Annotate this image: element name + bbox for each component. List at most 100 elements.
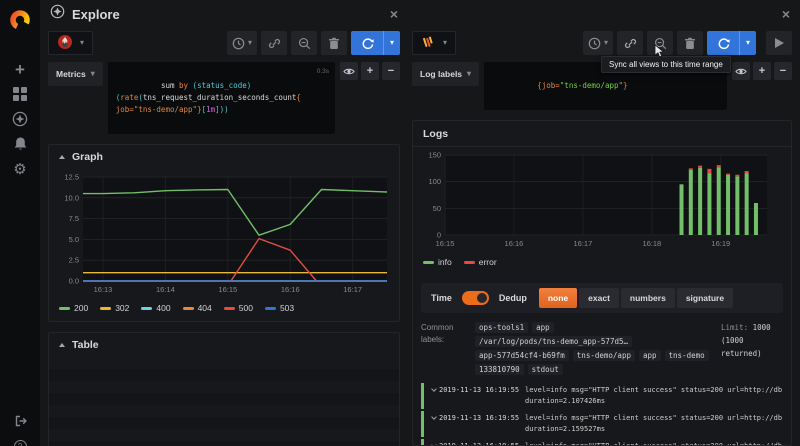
page-title: Explore (72, 7, 120, 22)
time-toggle[interactable] (462, 291, 489, 305)
common-label-chip[interactable]: tns-demo/app (573, 350, 635, 361)
legend-item-500[interactable]: 500 (224, 303, 253, 313)
mouse-cursor (654, 44, 666, 63)
common-labels-label: Common labels: (421, 322, 467, 375)
legend-item-info[interactable]: info (423, 257, 452, 267)
table-panel-title: Table (72, 339, 99, 351)
dedup-option-exact[interactable]: exact (579, 288, 619, 308)
add-icon[interactable]: + (11, 60, 29, 78)
chevron-down-icon: ▾ (604, 39, 608, 47)
common-labels-chips: ops-tools1 app/var/log/pods/tns-demo_app-… (475, 322, 713, 375)
common-label-chip[interactable]: ops-tools1 (475, 322, 528, 333)
limit-info: Limit: 1000 (1000 returned) (721, 322, 783, 375)
log-rows-list: 2019-11-13 16:19:55level=info msg="HTTP … (421, 383, 783, 445)
common-label-chip[interactable]: app (639, 350, 661, 361)
common-label-chip[interactable]: stdout (528, 364, 563, 375)
run-query-split-button: ▾ (351, 31, 400, 55)
graph-panel-header[interactable]: Graph (49, 145, 399, 169)
sidebar-bottom-icons: ? (11, 412, 29, 446)
chevron-down-icon: ▾ (443, 39, 447, 47)
table-panel-header[interactable]: Table (49, 333, 399, 357)
run-query-button[interactable] (707, 31, 739, 55)
link-button[interactable] (261, 31, 287, 55)
dedup-option-signature[interactable]: signature (677, 288, 733, 308)
hide-query-eye-icon[interactable] (340, 62, 358, 80)
logs-controls: Time Dedup noneexactnumberssignature (421, 283, 783, 313)
common-label-chip[interactable]: app-577d54cf4-b69fm (475, 350, 569, 361)
clear-all-trash-icon[interactable] (677, 31, 703, 55)
common-label-chip[interactable]: tns-demo (665, 350, 709, 361)
common-label-chip[interactable]: app (532, 322, 554, 333)
legend-item-302[interactable]: 302 (100, 303, 129, 313)
add-query-button[interactable]: + (753, 62, 771, 80)
log-labels-dropdown[interactable]: Log labels ▾ (412, 62, 479, 86)
svg-text:10.0: 10.0 (64, 193, 79, 202)
close-right-pane-icon[interactable]: × (782, 7, 790, 21)
log-row[interactable]: 2019-11-13 16:19:55level=info msg="HTTP … (421, 439, 783, 445)
metrics-dropdown[interactable]: Metrics ▾ (48, 62, 103, 86)
svg-text:16:19: 16:19 (711, 239, 730, 248)
chevron-down-icon: ▾ (390, 39, 394, 47)
promql-query-input[interactable]: 0.3ssum by (status_code) (rate(tns_reque… (108, 62, 335, 134)
log-volume-bar-chart[interactable]: 16:1516:1616:1716:1816:19050100150 (419, 149, 775, 249)
hide-query-eye-icon[interactable] (732, 62, 750, 80)
remove-query-button[interactable]: − (382, 62, 400, 80)
run-query-split-button: ▾ (707, 31, 756, 55)
log-message: level=info msg="HTTP client success" sta… (525, 441, 783, 445)
collapse-arrow-icon (59, 155, 65, 159)
sync-time-link-button[interactable] (617, 31, 643, 55)
time-toggle-label: Time (431, 293, 452, 303)
remove-query-button[interactable]: − (774, 62, 792, 80)
legend-item-503[interactable]: 503 (265, 303, 294, 313)
svg-text:16:15: 16:15 (436, 239, 455, 248)
grafana-logo[interactable] (0, 0, 40, 40)
close-left-pane-icon[interactable]: × (390, 7, 398, 21)
collapse-arrow-icon (59, 343, 65, 347)
datasource-picker-prometheus[interactable]: ▾ (48, 31, 93, 55)
alerting-bell-icon[interactable] (11, 135, 29, 153)
datasource-picker-loki[interactable]: ▾ (412, 31, 456, 55)
run-query-interval-dropdown[interactable]: ▾ (739, 31, 756, 55)
time-picker-button[interactable]: ▾ (583, 31, 613, 55)
chevron-down-icon: ▾ (746, 39, 750, 47)
run-query-button[interactable] (351, 31, 383, 55)
add-query-button[interactable]: + (361, 62, 379, 80)
explore-compass-icon[interactable] (11, 110, 29, 128)
configuration-gear-icon[interactable]: ⚙ (11, 160, 29, 178)
help-icon[interactable]: ? (11, 437, 29, 446)
common-label-chip[interactable]: /var/log/pods/tns-demo_app-577d5… (475, 336, 632, 347)
chevron-down-icon: ▾ (467, 70, 471, 78)
graph-panel-title: Graph (72, 151, 103, 163)
left-toolbar-actions: ▾ ▾ (227, 31, 400, 55)
logs-legend: info error (413, 254, 791, 275)
logs-volume-chart: 16:1516:1616:1716:1816:19050100150 (413, 147, 791, 254)
svg-text:16:16: 16:16 (505, 239, 524, 248)
zoom-out-button[interactable] (291, 31, 317, 55)
log-row[interactable]: 2019-11-13 16:19:55level=info msg="HTTP … (421, 411, 783, 437)
legend-item-error[interactable]: error (464, 257, 497, 267)
sign-in-icon[interactable] (11, 412, 29, 430)
toggle-knob (477, 293, 487, 303)
log-message: level=info msg="HTTP client success" sta… (525, 413, 783, 435)
run-query-interval-dropdown[interactable]: ▾ (383, 31, 400, 55)
graph-chart: 16:1316:1416:1516:1616:170.02.55.07.510.… (49, 169, 399, 300)
dashboards-icon[interactable] (11, 85, 29, 103)
requests-line-chart[interactable]: 16:1316:1416:1516:1616:170.02.55.07.510.… (55, 171, 393, 295)
left-pane: Explore × ▾ ▾ (48, 0, 400, 446)
nav-sidebar: + ⚙ ? (0, 0, 40, 446)
legend-item-200[interactable]: 200 (59, 303, 88, 313)
svg-text:16:16: 16:16 (281, 285, 300, 294)
legend-item-404[interactable]: 404 (183, 303, 212, 313)
logs-panel: Logs 16:1516:1616:1716:1816:19050100150 … (412, 120, 792, 446)
live-tail-play-button[interactable] (766, 31, 792, 55)
common-label-chip[interactable]: 133810790 (475, 364, 524, 375)
dedup-option-numbers[interactable]: numbers (621, 288, 675, 308)
left-toolbar: ▾ ▾ (48, 30, 400, 56)
time-picker-button[interactable]: ▾ (227, 31, 257, 55)
svg-text:100: 100 (428, 177, 441, 186)
legend-item-400[interactable]: 400 (141, 303, 170, 313)
svg-text:150: 150 (428, 151, 441, 160)
dedup-option-none[interactable]: none (539, 288, 577, 308)
log-row[interactable]: 2019-11-13 16:19:55level=info msg="HTTP … (421, 383, 783, 409)
clear-all-trash-icon[interactable] (321, 31, 347, 55)
